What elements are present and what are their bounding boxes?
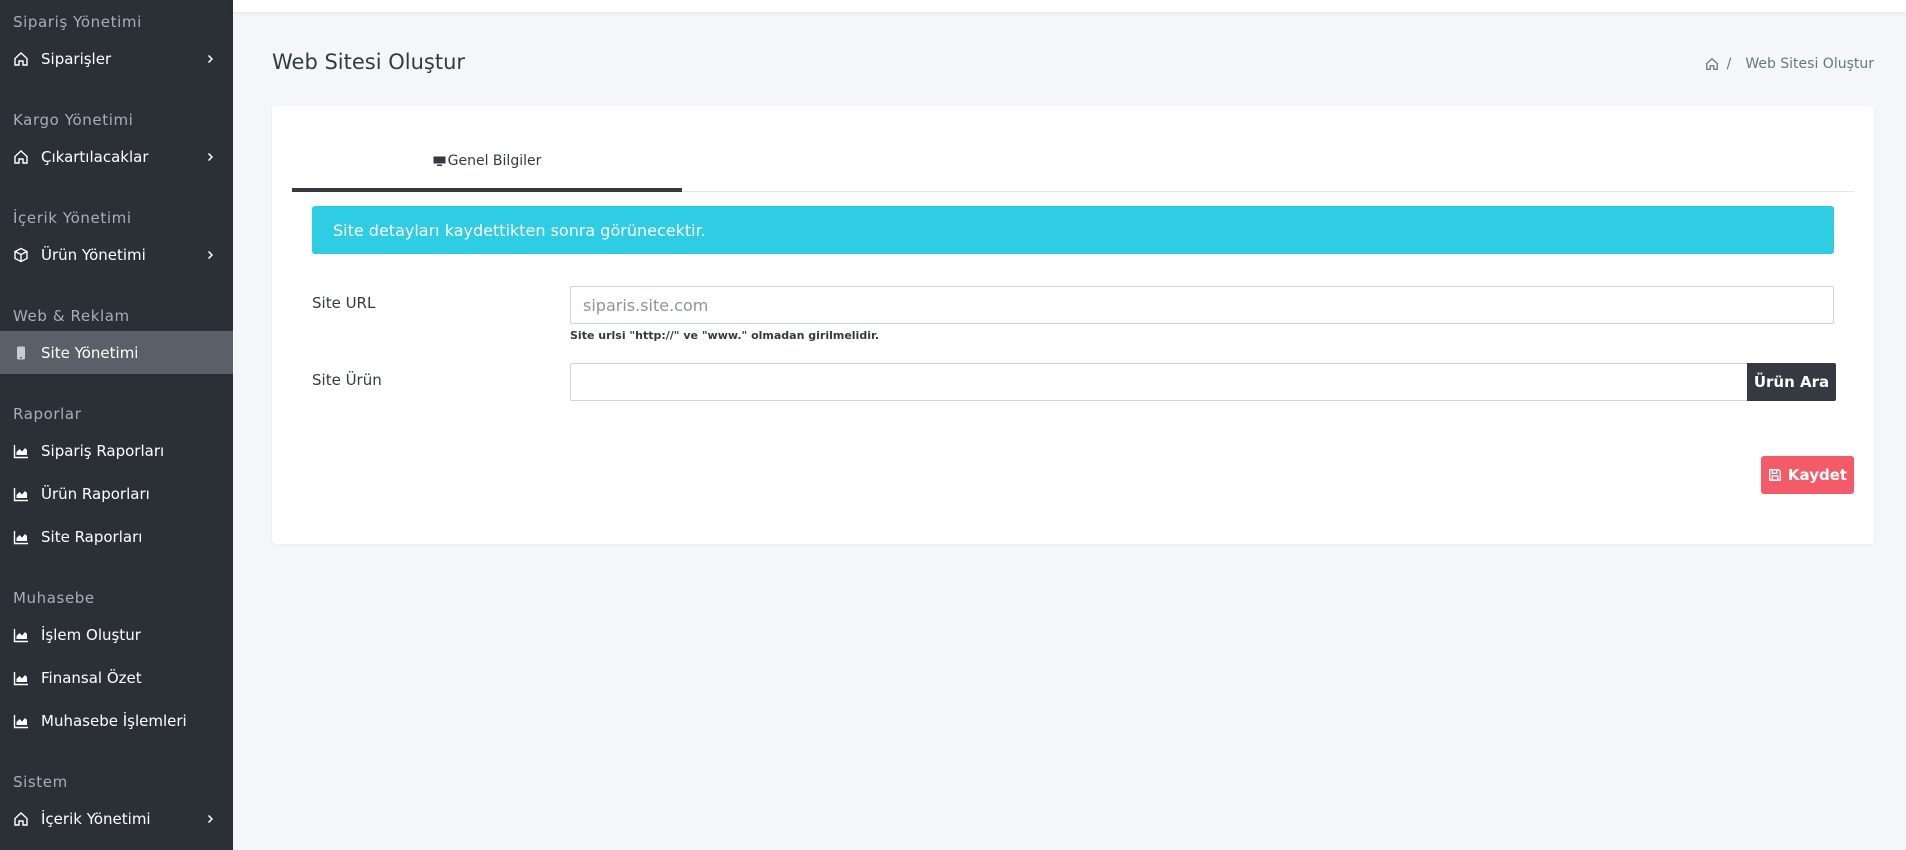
sidebar-section-heading: Raporlar [13,405,82,423]
tab-bar: Genel Bilgiler [292,134,1854,192]
sidebar-item-label: Sipariş Raporları [41,441,165,460]
breadcrumb: / Web Sitesi Oluştur [1705,56,1874,72]
sidebar-section-heading: İçerik Yönetimi [13,209,132,227]
sidebar-item-label: Site Yönetimi [41,343,139,362]
sidebar-item-label: İçerik Yönetimi [41,809,151,828]
sidebar-item-label: Site Raporları [41,527,143,546]
sidebar-item-finansal-özet[interactable]: Finansal Özet [0,656,233,699]
monitor-icon [433,156,446,167]
sidebar-item-label: Siparişler [41,49,112,68]
home-icon[interactable] [1705,57,1719,71]
info-alert: Site detayları kaydettikten sonra görüne… [312,206,1834,254]
sidebar: Sipariş Yönetimi Siparişler Kargo Yönetimi… [0,0,233,850]
site-url-label: Site URL [312,294,376,312]
home-icon [13,51,29,67]
sidebar-item-siparişler[interactable]: Siparişler [0,37,233,80]
chevron-right-icon [205,814,215,824]
sidebar-item-site-raporları[interactable]: Site Raporları [0,515,233,558]
sidebar-item-label: Ürün Yönetimi [41,245,146,264]
sidebar-item-çıkartılacaklar[interactable]: Çıkartılacaklar [0,135,233,178]
home-icon [13,811,29,827]
sidebar-section-heading: Sistem [13,773,68,791]
chevron-right-icon [205,152,215,162]
sidebar-section-heading: Sipariş Yönetimi [13,13,142,31]
sidebar-item-muhasebe-i-şlemleri[interactable]: Muhasebe İşlemleri [0,699,233,742]
sidebar-item-site-yönetimi[interactable]: Site Yönetimi [0,331,233,374]
sidebar-section-heading: Kargo Yönetimi [13,111,134,129]
area-chart-icon [13,713,29,729]
chevron-right-icon [205,250,215,260]
sidebar-item-label: Ürün Raporları [41,484,150,503]
sidebar-item-label: Muhasebe İşlemleri [41,711,187,730]
sidebar-item-label: Çıkartılacaklar [41,147,149,166]
home-icon [13,149,29,165]
alert-text: Site detayları kaydettikten sonra görüne… [333,220,706,240]
site-url-help: Site urlsi "http://" ve "www." olmadan g… [570,329,879,342]
area-chart-icon [13,627,29,643]
sidebar-section-heading: Web & Reklam [13,307,130,325]
page-title: Web Sitesi Oluştur [272,50,466,74]
sidebar-section-heading: Muhasebe [13,589,95,607]
sidebar-item-ürün-raporları[interactable]: Ürün Raporları [0,472,233,515]
floppy-disk-icon [1768,468,1782,482]
tab-label: Genel Bilgiler [447,153,542,169]
tab-genel-bilgiler[interactable]: Genel Bilgiler [292,134,682,192]
sidebar-item-ürün-yönetimi[interactable]: Ürün Yönetimi [0,233,233,276]
sidebar-item-label: İşlem Oluştur [41,625,141,644]
site-urun-input[interactable] [570,363,1747,401]
area-chart-icon [13,670,29,686]
chevron-right-icon [205,54,215,64]
breadcrumb-current: Web Sitesi Oluştur [1745,56,1874,72]
cube-icon [13,247,29,263]
area-chart-icon [13,486,29,502]
area-chart-icon [13,443,29,459]
site-url-input[interactable] [570,286,1834,324]
site-urun-label: Site Ürün [312,371,382,389]
urun-ara-button[interactable]: Ürün Ara [1747,363,1836,401]
mobile-icon [13,345,29,361]
topbar [233,0,1906,12]
sidebar-item-i-şlem-oluştur[interactable]: İşlem Oluştur [0,613,233,656]
sidebar-item-i-çerik-yönetimi[interactable]: İçerik Yönetimi [0,797,233,840]
save-button[interactable]: Kaydet [1761,456,1854,494]
form-card: Genel Bilgiler Site detayları kaydettikt… [272,106,1874,544]
area-chart-icon [13,529,29,545]
sidebar-item-sipariş-raporları[interactable]: Sipariş Raporları [0,429,233,472]
sidebar-item-label: Finansal Özet [41,668,142,687]
save-label: Kaydet [1787,466,1848,484]
breadcrumb-separator: / [1726,56,1732,72]
